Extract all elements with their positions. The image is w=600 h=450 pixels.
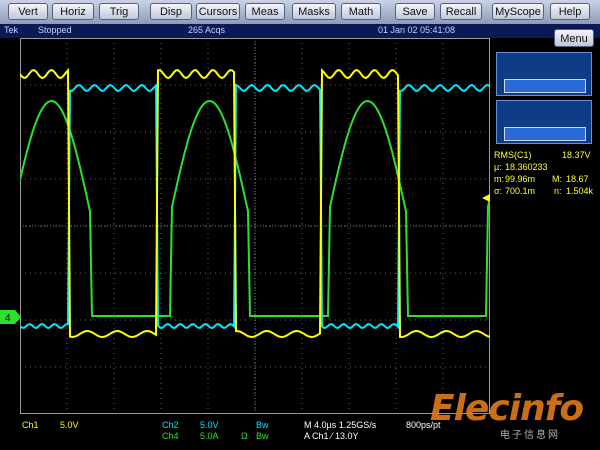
meas-sigma-value: 700.1m	[505, 186, 536, 196]
status-bar: Tek Stopped 265 Acqs 01 Jan 02 05:41:08	[0, 24, 600, 38]
menu-myscope-button[interactable]: MyScope	[492, 3, 544, 20]
ch1-label[interactable]: Ch1	[22, 420, 39, 430]
menu-masks-button[interactable]: Masks	[292, 3, 336, 20]
menu-cursors-button[interactable]: Cursors	[196, 3, 240, 20]
ch4-scale: 5.0A	[200, 431, 219, 441]
meas-name: RMS(C1)	[494, 150, 532, 160]
date-time: 01 Jan 02 05:41:08	[378, 25, 456, 35]
meas-mu-label: µ:	[494, 162, 502, 172]
ch4-marker-label: 4	[5, 313, 11, 324]
menu-vert-button[interactable]: Vert	[8, 3, 48, 20]
meas-value: 18.37V	[562, 150, 591, 160]
menu-trig-button[interactable]: Trig	[99, 3, 139, 20]
meas-n-value: 1.504k	[566, 186, 594, 196]
readout-slot-1-field	[504, 79, 586, 93]
meas-mu-value: 18.360233	[505, 162, 548, 172]
ch4-coupling: Ω	[241, 431, 248, 441]
ch2-bandwidth-badge: Bw	[256, 420, 269, 430]
acquisition-state: Stopped	[38, 25, 72, 35]
watermark-subtitle: 电子信息网	[500, 430, 560, 441]
waveform-display[interactable]	[20, 38, 490, 414]
menu-bar: Vert Horiz Trig Disp Cursors Meas Masks …	[0, 0, 600, 25]
menu-disp-button[interactable]: Disp	[150, 3, 192, 20]
ch2-scale: 5.0V	[200, 420, 219, 430]
watermark-logo: Elecinfo	[430, 388, 584, 429]
menu-save-button[interactable]: Save	[395, 3, 435, 20]
ch4-bandwidth-badge: Bw	[256, 431, 269, 441]
meas-max-label: M:	[552, 174, 562, 184]
meas-sigma-label: σ:	[494, 186, 503, 196]
brand-label: Tek	[4, 25, 19, 35]
menu-recall-button[interactable]: Recall	[440, 3, 482, 20]
meas-min-value: 99.96m	[505, 174, 536, 184]
menu-button[interactable]: Menu	[554, 29, 594, 47]
menu-meas-button[interactable]: Meas	[245, 3, 285, 20]
meas-n-label: n:	[554, 186, 562, 196]
ch4-label[interactable]: Ch4	[162, 431, 179, 441]
ch2-label[interactable]: Ch2	[162, 420, 179, 430]
menu-help-button[interactable]: Help	[550, 3, 590, 20]
readout-slot-1[interactable]	[496, 52, 592, 96]
meas-min-label: m:	[494, 174, 504, 184]
readout-slot-2-field	[504, 127, 586, 141]
timebase-readout[interactable]: M 4.0µs 1.25GS/s	[304, 420, 376, 430]
acquisition-count: 265 Acqs	[188, 25, 226, 35]
trigger-level-marker[interactable]	[480, 194, 490, 202]
ch4-ground-marker[interactable]: 4	[0, 310, 22, 324]
readout-slot-2[interactable]	[496, 100, 592, 144]
meas-max-value: 18.67	[566, 174, 589, 184]
trigger-readout[interactable]: A Ch1 ⁄ 13.0Y	[304, 431, 359, 441]
menu-horiz-button[interactable]: Horiz	[52, 3, 94, 20]
ch1-scale: 5.0V	[60, 420, 79, 430]
menu-math-button[interactable]: Math	[341, 3, 381, 20]
